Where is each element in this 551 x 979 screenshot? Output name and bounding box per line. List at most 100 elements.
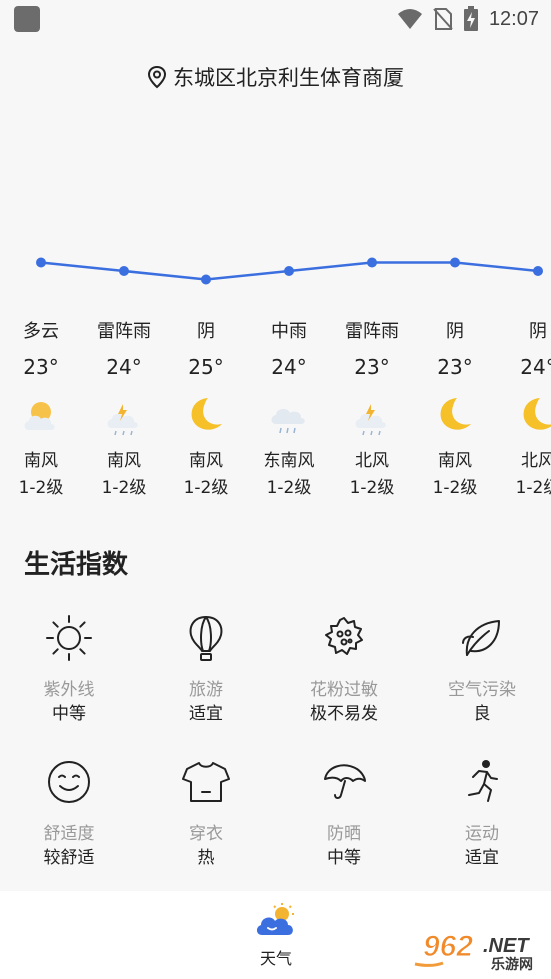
crescent-moon-icon (498, 394, 551, 438)
life-index-item[interactable]: 旅游 适宜 (137, 608, 275, 726)
forecast-wind-level: 1-2级 (432, 478, 478, 498)
forecast-day[interactable]: 阴 23° 南风 1-2级 (415, 318, 495, 502)
life-index-value: 适宜 (465, 848, 499, 868)
forecast-wind-dir: 南风 (438, 451, 472, 471)
svg-text:.NET: .NET (483, 935, 530, 957)
forecast-wind-dir: 北风 (521, 451, 551, 471)
forecast-desc: 雷阵雨 (97, 321, 151, 342)
forecast-wind-dir: 南风 (24, 451, 58, 471)
life-index-item[interactable]: 花粉过敏 极不易发 (275, 608, 413, 726)
hot-air-balloon-icon (137, 608, 275, 668)
weather-cloud-sun-icon (256, 903, 294, 935)
forecast-wind-dir: 南风 (189, 451, 223, 471)
life-index-value: 较舒适 (43, 848, 95, 868)
life-index-name: 舒适度 (43, 824, 95, 844)
wifi-icon (397, 9, 422, 29)
temperature-point (201, 274, 211, 285)
life-index-name: 运动 (465, 824, 499, 844)
thunder-rain-icon (84, 394, 164, 438)
running-person-icon (413, 752, 551, 812)
rain-cloud-icon (249, 394, 329, 438)
tab-weather-label: 天气 (259, 949, 292, 968)
forecast-wind-level: 1-2级 (515, 478, 551, 498)
temperature-point (533, 266, 543, 276)
location-text: 东城区北京利生体育商厦 (173, 66, 404, 90)
temperature-point (119, 266, 129, 276)
battery-charging-icon (463, 6, 478, 31)
life-index-value: 中等 (327, 848, 361, 868)
forecast-day[interactable]: 多云 23° 南风 1-2级 (1, 318, 81, 502)
life-index-name: 防晒 (327, 824, 361, 844)
life-index-item[interactable]: 运动 适宜 (413, 752, 551, 870)
tab-weather[interactable]: 天气 (235, 903, 317, 969)
life-index-item[interactable]: 舒适度 较舒适 (0, 752, 138, 870)
forecast-day[interactable]: 阴 25° 南风 1-2级 (166, 318, 246, 502)
life-index-name: 紫外线 (43, 680, 95, 700)
forecast-temp: 24° (271, 355, 307, 379)
forecast-wind-level: 1-2级 (101, 478, 147, 498)
pollen-gear-icon (275, 608, 413, 668)
forecast-desc: 雷阵雨 (345, 321, 399, 342)
forecast-wind-level: 1-2级 (266, 478, 312, 498)
life-index-value: 极不易发 (310, 704, 378, 724)
forecast-wind-level: 1-2级 (183, 478, 229, 498)
life-index-name: 穿衣 (189, 824, 223, 844)
forecast-wind-dir: 东南风 (263, 451, 315, 471)
tshirt-icon (137, 752, 275, 812)
forecast-desc: 中雨 (271, 321, 307, 342)
location-pin-icon (147, 65, 167, 89)
forecast-temp: 24° (106, 355, 142, 379)
temperature-point (36, 257, 46, 268)
life-index-title: 生活指数 (24, 550, 129, 580)
forecast-desc: 阴 (529, 321, 547, 342)
life-index-value: 适宜 (189, 704, 223, 724)
life-index-value: 良 (473, 704, 491, 724)
temperature-point (450, 257, 460, 268)
life-index-value: 热 (197, 848, 215, 868)
umbrella-icon (275, 752, 413, 812)
life-index-value: 中等 (52, 704, 86, 724)
life-index-name: 花粉过敏 (310, 680, 378, 700)
partly-cloudy-sun-icon (1, 394, 81, 438)
forecast-day[interactable]: 雷阵雨 23° 北风 1-2级 (332, 318, 412, 502)
life-index-item[interactable]: 空气污染良 (413, 608, 551, 726)
forecast-wind-level: 1-2级 (18, 478, 64, 498)
life-index-item[interactable]: 穿衣热 (137, 752, 275, 870)
sun-icon (0, 608, 138, 668)
svg-text:962: 962 (423, 930, 473, 963)
forecast-wind-dir: 北风 (355, 451, 389, 471)
temperature-line-chart (36, 257, 543, 285)
forecast-wind-dir: 南风 (107, 451, 141, 471)
status-icons: 12:07 (397, 6, 539, 32)
watermark-logo: 962 .NET 乐游网 (414, 930, 533, 972)
svg-text:乐游网: 乐游网 (491, 956, 533, 972)
life-index-item[interactable]: 紫外线 中等 (0, 608, 138, 726)
forecast-strip[interactable]: 多云 23° 南风 1-2级 雷阵雨 24° 南风 1-2级 阴 25° 南风 1-2级 中雨 24° 东南… (0, 318, 551, 508)
forecast-wind-level: 1-2级 (349, 478, 395, 498)
crescent-moon-icon (166, 394, 246, 438)
forecast-desc: 阴 (197, 321, 215, 342)
forecast-day[interactable]: 阴 24° 北风 1-2级 (498, 318, 551, 502)
app-square-icon (14, 6, 40, 32)
forecast-day[interactable]: 中雨 24° 东南风 1-2级 (249, 318, 329, 502)
forecast-temp: 23° (23, 355, 59, 379)
life-index-name: 旅游 (189, 680, 223, 700)
status-time: 12:07 (488, 7, 539, 30)
forecast-desc: 多云 (23, 321, 59, 342)
leaf-icon (413, 608, 551, 668)
forecast-temp: 25° (188, 355, 224, 379)
temperature-point (367, 257, 377, 268)
status-bar: 12:07 (0, 0, 551, 40)
forecast-temp: 24° (520, 355, 551, 379)
crescent-moon-icon (415, 394, 495, 438)
forecast-desc: 阴 (446, 321, 464, 342)
forecast-day[interactable]: 雷阵雨 24° 南风 1-2级 (84, 318, 164, 502)
temperature-point (284, 266, 294, 276)
location-bar[interactable]: 东城区北京利生体育商厦 (0, 62, 551, 92)
smiley-face-icon (0, 752, 138, 812)
life-index-name: 空气污染 (448, 680, 516, 700)
no-sim-icon (433, 8, 453, 30)
forecast-temp: 23° (437, 355, 473, 379)
thunder-rain-icon (332, 394, 412, 438)
life-index-item[interactable]: 防晒 中等 (275, 752, 413, 870)
